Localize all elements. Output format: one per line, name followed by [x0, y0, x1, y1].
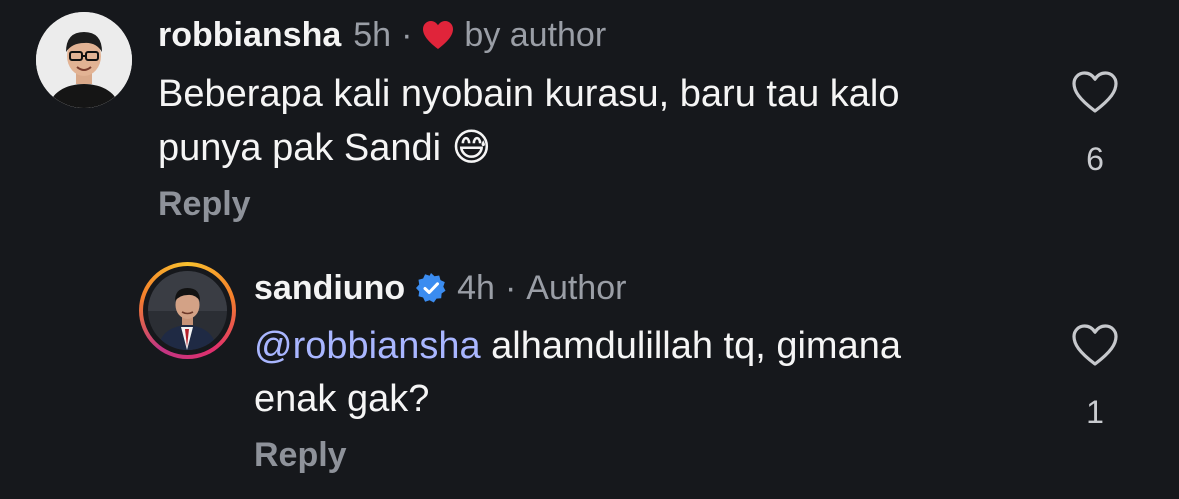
heart-filled-icon	[422, 20, 454, 50]
comment-robbiansha: robbiansha 5h · by author Beberapa kali …	[0, 0, 1179, 240]
timestamp: 5h	[353, 15, 392, 54]
heart-outline-icon	[1072, 324, 1118, 366]
heart-outline-icon	[1072, 71, 1118, 113]
comment-text: Beberapa kali nyobain kurasu, baru tau k…	[158, 68, 899, 175]
like-button[interactable]	[1065, 323, 1125, 372]
like-button[interactable]	[1065, 70, 1125, 119]
comment-sandiuno: sandiuno 4h · Author @robbiansha alhamdu…	[0, 240, 1179, 499]
username[interactable]: sandiuno	[254, 269, 405, 308]
like-count: 6	[1086, 141, 1104, 177]
author-label: Author	[526, 268, 627, 307]
mention-link[interactable]: @robbiansha	[254, 325, 481, 367]
timestamp: 4h	[457, 268, 495, 307]
comment-text-line1: Beberapa kali nyobain kurasu, baru tau k…	[158, 73, 900, 115]
comment-text-line2-wrap: punya pak Sandi 😅	[158, 121, 899, 175]
sweat-smile-emoji: 😅	[451, 125, 492, 169]
verified-badge-icon	[415, 272, 447, 304]
reply-button[interactable]: Reply	[254, 436, 347, 475]
person-avatar-icon	[36, 12, 132, 108]
comment-header: sandiuno 4h · Author	[254, 267, 626, 309]
comment-text-line2: punya pak Sandi	[158, 127, 442, 169]
liked-by-author-label: by author	[464, 15, 607, 54]
comment-text: @robbiansha alhamdulillah tq, gimana ena…	[254, 320, 901, 426]
comment-header: robbiansha 5h · by author	[158, 14, 606, 56]
comment-text-line2: enak gak?	[254, 378, 430, 420]
reply-button[interactable]: Reply	[158, 185, 251, 224]
avatar-robbiansha[interactable]	[36, 12, 132, 108]
separator-dot: ·	[504, 268, 517, 307]
comment-text-line1-wrap: @robbiansha alhamdulillah tq, gimana	[254, 320, 901, 373]
avatar-sandiuno[interactable]	[139, 262, 236, 359]
like-count: 1	[1086, 394, 1104, 430]
person-avatar-icon	[148, 271, 227, 350]
username[interactable]: robbiansha	[158, 16, 341, 55]
comment-text-line1: alhamdulillah tq, gimana	[480, 325, 901, 367]
separator-dot: ·	[401, 15, 413, 54]
